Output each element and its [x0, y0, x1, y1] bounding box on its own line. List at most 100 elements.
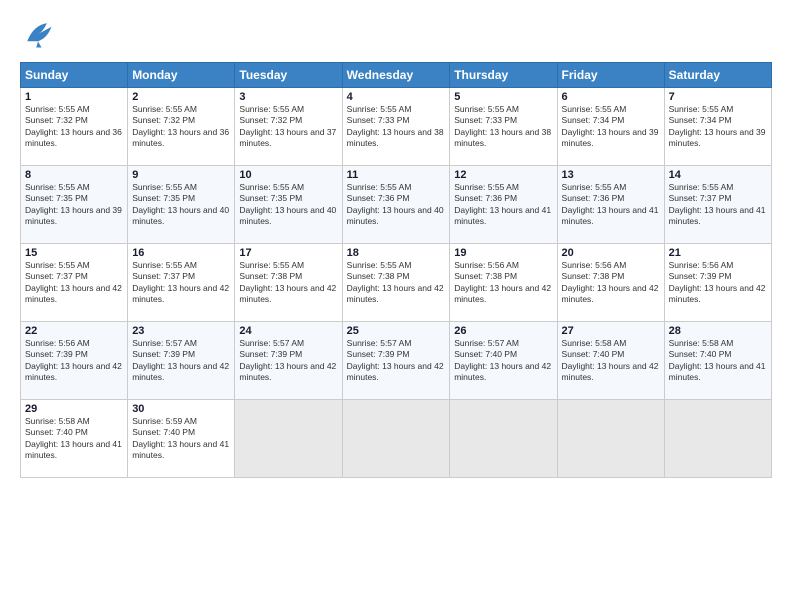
table-row: 13Sunrise: 5:55 AMSunset: 7:36 PMDayligh…	[557, 166, 664, 244]
day-number: 6	[562, 91, 660, 103]
table-row: 21Sunrise: 5:56 AMSunset: 7:39 PMDayligh…	[664, 244, 771, 322]
day-info: Sunrise: 5:55 AMSunset: 7:32 PMDaylight:…	[25, 104, 123, 150]
day-number: 11	[347, 169, 446, 181]
day-info: Sunrise: 5:55 AMSunset: 7:34 PMDaylight:…	[562, 104, 660, 150]
day-number: 26	[454, 325, 552, 337]
col-friday: Friday	[557, 63, 664, 88]
day-number: 24	[239, 325, 337, 337]
col-thursday: Thursday	[450, 63, 557, 88]
day-info: Sunrise: 5:55 AMSunset: 7:36 PMDaylight:…	[562, 182, 660, 228]
table-row: 10Sunrise: 5:55 AMSunset: 7:35 PMDayligh…	[235, 166, 342, 244]
col-tuesday: Tuesday	[235, 63, 342, 88]
day-number: 7	[669, 91, 767, 103]
calendar-week-row: 22Sunrise: 5:56 AMSunset: 7:39 PMDayligh…	[21, 322, 772, 400]
table-row: 27Sunrise: 5:58 AMSunset: 7:40 PMDayligh…	[557, 322, 664, 400]
table-row: 22Sunrise: 5:56 AMSunset: 7:39 PMDayligh…	[21, 322, 128, 400]
col-monday: Monday	[128, 63, 235, 88]
day-info: Sunrise: 5:55 AMSunset: 7:36 PMDaylight:…	[454, 182, 552, 228]
day-info: Sunrise: 5:55 AMSunset: 7:35 PMDaylight:…	[25, 182, 123, 228]
day-number: 12	[454, 169, 552, 181]
day-info: Sunrise: 5:58 AMSunset: 7:40 PMDaylight:…	[25, 416, 123, 462]
table-row: 6Sunrise: 5:55 AMSunset: 7:34 PMDaylight…	[557, 88, 664, 166]
logo	[20, 16, 60, 52]
day-number: 4	[347, 91, 446, 103]
day-info: Sunrise: 5:55 AMSunset: 7:35 PMDaylight:…	[132, 182, 230, 228]
day-info: Sunrise: 5:55 AMSunset: 7:36 PMDaylight:…	[347, 182, 446, 228]
day-number: 28	[669, 325, 767, 337]
table-row: 24Sunrise: 5:57 AMSunset: 7:39 PMDayligh…	[235, 322, 342, 400]
table-row: 2Sunrise: 5:55 AMSunset: 7:32 PMDaylight…	[128, 88, 235, 166]
table-row: 28Sunrise: 5:58 AMSunset: 7:40 PMDayligh…	[664, 322, 771, 400]
calendar-table: Sunday Monday Tuesday Wednesday Thursday…	[20, 62, 772, 478]
day-number: 15	[25, 247, 123, 259]
day-number: 22	[25, 325, 123, 337]
day-info: Sunrise: 5:55 AMSunset: 7:35 PMDaylight:…	[239, 182, 337, 228]
day-info: Sunrise: 5:58 AMSunset: 7:40 PMDaylight:…	[562, 338, 660, 384]
table-row	[235, 400, 342, 478]
day-info: Sunrise: 5:55 AMSunset: 7:38 PMDaylight:…	[347, 260, 446, 306]
calendar-header-row: Sunday Monday Tuesday Wednesday Thursday…	[21, 63, 772, 88]
day-info: Sunrise: 5:55 AMSunset: 7:32 PMDaylight:…	[239, 104, 337, 150]
calendar-week-row: 8Sunrise: 5:55 AMSunset: 7:35 PMDaylight…	[21, 166, 772, 244]
day-info: Sunrise: 5:55 AMSunset: 7:38 PMDaylight:…	[239, 260, 337, 306]
table-row: 9Sunrise: 5:55 AMSunset: 7:35 PMDaylight…	[128, 166, 235, 244]
table-row: 17Sunrise: 5:55 AMSunset: 7:38 PMDayligh…	[235, 244, 342, 322]
day-number: 17	[239, 247, 337, 259]
table-row: 8Sunrise: 5:55 AMSunset: 7:35 PMDaylight…	[21, 166, 128, 244]
table-row: 30Sunrise: 5:59 AMSunset: 7:40 PMDayligh…	[128, 400, 235, 478]
calendar-week-row: 1Sunrise: 5:55 AMSunset: 7:32 PMDaylight…	[21, 88, 772, 166]
table-row: 25Sunrise: 5:57 AMSunset: 7:39 PMDayligh…	[342, 322, 450, 400]
table-row: 12Sunrise: 5:55 AMSunset: 7:36 PMDayligh…	[450, 166, 557, 244]
day-number: 25	[347, 325, 446, 337]
day-number: 3	[239, 91, 337, 103]
day-number: 2	[132, 91, 230, 103]
day-number: 30	[132, 403, 230, 415]
day-number: 27	[562, 325, 660, 337]
day-info: Sunrise: 5:57 AMSunset: 7:40 PMDaylight:…	[454, 338, 552, 384]
day-number: 13	[562, 169, 660, 181]
day-number: 14	[669, 169, 767, 181]
day-info: Sunrise: 5:57 AMSunset: 7:39 PMDaylight:…	[239, 338, 337, 384]
day-info: Sunrise: 5:55 AMSunset: 7:37 PMDaylight:…	[132, 260, 230, 306]
table-row: 18Sunrise: 5:55 AMSunset: 7:38 PMDayligh…	[342, 244, 450, 322]
calendar-week-row: 15Sunrise: 5:55 AMSunset: 7:37 PMDayligh…	[21, 244, 772, 322]
table-row: 14Sunrise: 5:55 AMSunset: 7:37 PMDayligh…	[664, 166, 771, 244]
table-row: 23Sunrise: 5:57 AMSunset: 7:39 PMDayligh…	[128, 322, 235, 400]
day-info: Sunrise: 5:59 AMSunset: 7:40 PMDaylight:…	[132, 416, 230, 462]
day-info: Sunrise: 5:55 AMSunset: 7:33 PMDaylight:…	[347, 104, 446, 150]
day-info: Sunrise: 5:55 AMSunset: 7:34 PMDaylight:…	[669, 104, 767, 150]
table-row: 5Sunrise: 5:55 AMSunset: 7:33 PMDaylight…	[450, 88, 557, 166]
day-number: 16	[132, 247, 230, 259]
day-number: 20	[562, 247, 660, 259]
col-saturday: Saturday	[664, 63, 771, 88]
table-row	[342, 400, 450, 478]
table-row: 7Sunrise: 5:55 AMSunset: 7:34 PMDaylight…	[664, 88, 771, 166]
day-number: 18	[347, 247, 446, 259]
table-row: 19Sunrise: 5:56 AMSunset: 7:38 PMDayligh…	[450, 244, 557, 322]
table-row: 29Sunrise: 5:58 AMSunset: 7:40 PMDayligh…	[21, 400, 128, 478]
day-number: 5	[454, 91, 552, 103]
day-number: 10	[239, 169, 337, 181]
table-row: 4Sunrise: 5:55 AMSunset: 7:33 PMDaylight…	[342, 88, 450, 166]
table-row	[450, 400, 557, 478]
table-row: 20Sunrise: 5:56 AMSunset: 7:38 PMDayligh…	[557, 244, 664, 322]
day-number: 21	[669, 247, 767, 259]
calendar-week-row: 29Sunrise: 5:58 AMSunset: 7:40 PMDayligh…	[21, 400, 772, 478]
day-number: 1	[25, 91, 123, 103]
table-row	[664, 400, 771, 478]
day-info: Sunrise: 5:56 AMSunset: 7:38 PMDaylight:…	[562, 260, 660, 306]
day-info: Sunrise: 5:55 AMSunset: 7:33 PMDaylight:…	[454, 104, 552, 150]
day-number: 9	[132, 169, 230, 181]
day-info: Sunrise: 5:56 AMSunset: 7:39 PMDaylight:…	[25, 338, 123, 384]
day-info: Sunrise: 5:55 AMSunset: 7:37 PMDaylight:…	[669, 182, 767, 228]
table-row: 1Sunrise: 5:55 AMSunset: 7:32 PMDaylight…	[21, 88, 128, 166]
logo-icon	[20, 16, 56, 52]
day-number: 8	[25, 169, 123, 181]
day-info: Sunrise: 5:55 AMSunset: 7:37 PMDaylight:…	[25, 260, 123, 306]
day-number: 23	[132, 325, 230, 337]
table-row: 26Sunrise: 5:57 AMSunset: 7:40 PMDayligh…	[450, 322, 557, 400]
day-info: Sunrise: 5:55 AMSunset: 7:32 PMDaylight:…	[132, 104, 230, 150]
day-number: 19	[454, 247, 552, 259]
day-info: Sunrise: 5:58 AMSunset: 7:40 PMDaylight:…	[669, 338, 767, 384]
day-info: Sunrise: 5:57 AMSunset: 7:39 PMDaylight:…	[132, 338, 230, 384]
